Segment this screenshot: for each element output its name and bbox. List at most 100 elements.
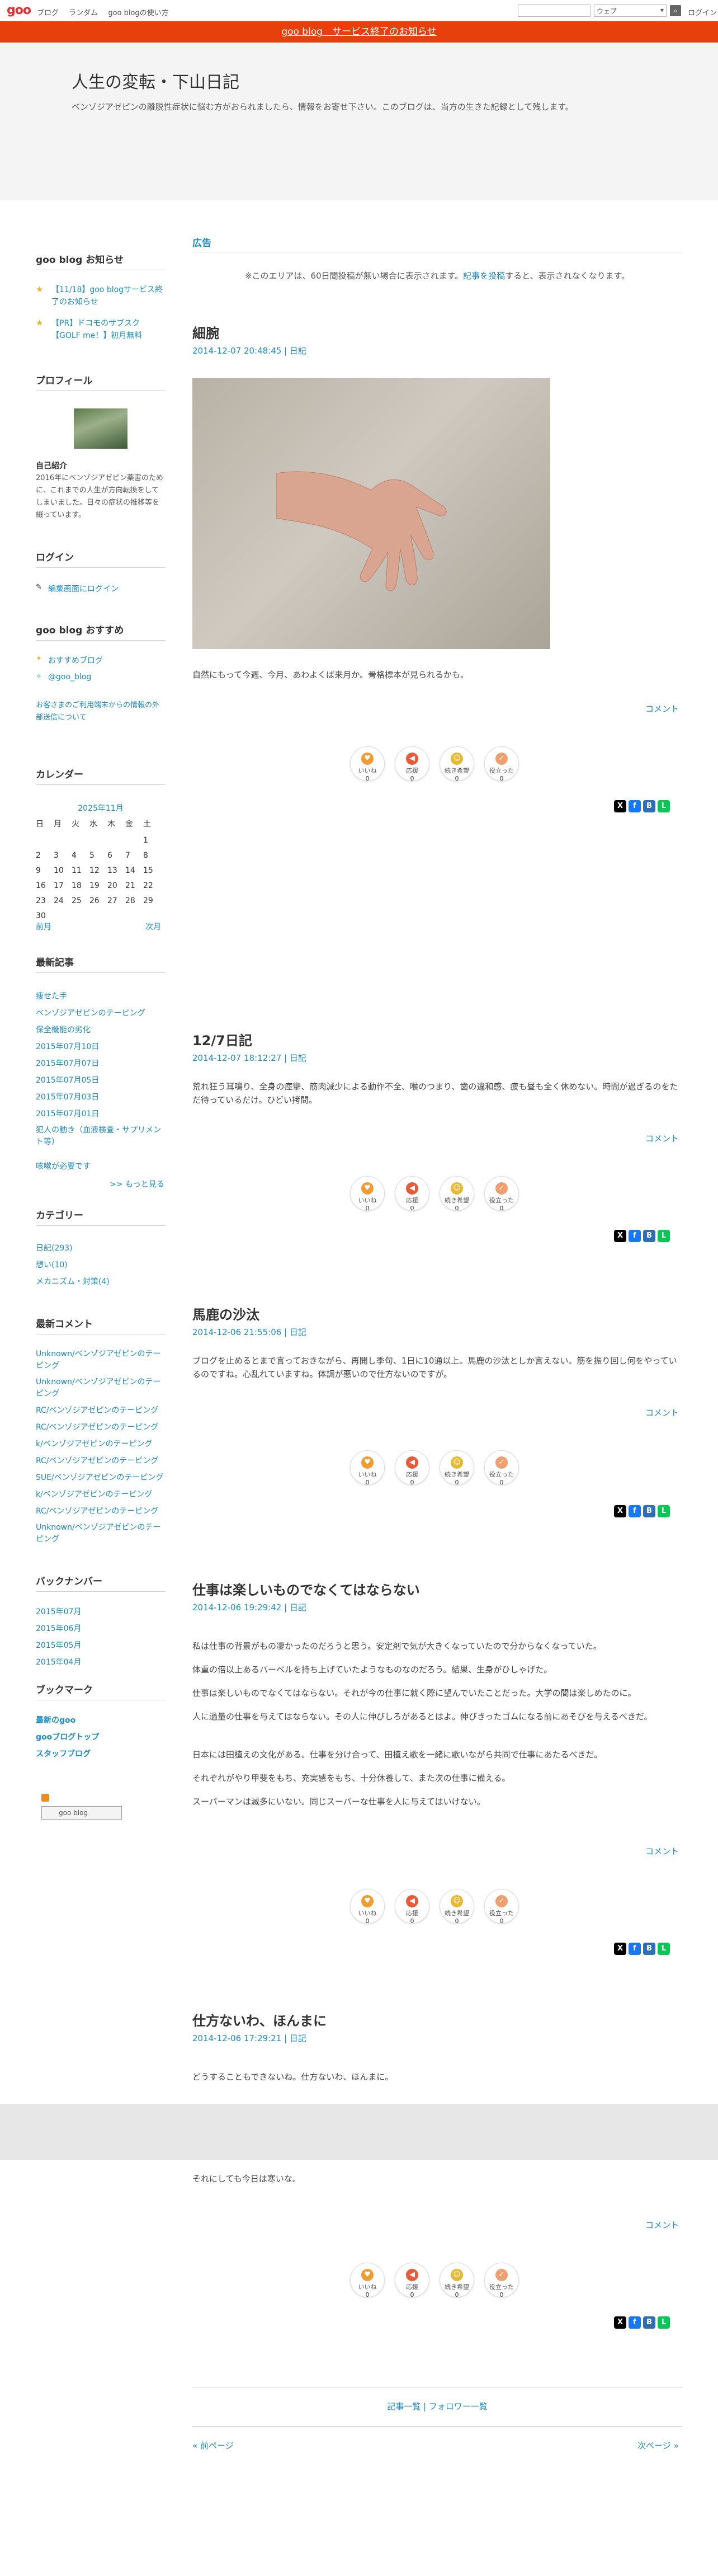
post-list-link[interactable]: 記事一覧	[387, 2401, 421, 2412]
external-info-link[interactable]: お客さまのご利用端末からの情報の外部送信について	[36, 699, 166, 724]
comment-link[interactable]: コメント	[645, 1132, 679, 1144]
hatena-share-icon[interactable]: B	[643, 1505, 655, 1517]
backnumber-link[interactable]: 2015年06月	[36, 1623, 166, 1639]
x-share-icon[interactable]: X	[614, 800, 626, 812]
bottom-ad-overlay[interactable]	[0, 2104, 718, 2160]
recent-post-link[interactable]: 痩せた手	[36, 990, 67, 1002]
x-share-icon[interactable]: X	[614, 2316, 626, 2329]
hatena-share-icon[interactable]: B	[643, 1943, 655, 1955]
reaction-more-button[interactable]: ☺ 続き希望 0	[440, 2263, 474, 2298]
category-link[interactable]: 日記(293)	[36, 1242, 73, 1253]
reaction-useful-button[interactable]: ✓ 役立った 0	[484, 746, 519, 782]
recent-post-link[interactable]: 咳嗽が必要です	[36, 1160, 91, 1172]
recent-post-link[interactable]: ベンゾジアゼピンのテーピング	[36, 1007, 145, 1018]
reaction-more-button[interactable]: ☺ 続き希望 0	[440, 1889, 474, 1925]
facebook-share-icon[interactable]: f	[629, 1943, 641, 1955]
rss-icon[interactable]	[41, 1794, 49, 1802]
recent-comment-link[interactable]: k/ベンゾジアゼピンのテーピング	[36, 1438, 166, 1449]
service-notice-link[interactable]: goo blog サービス終了のお知らせ	[281, 26, 436, 37]
calendar-next-link[interactable]: 次月	[145, 921, 161, 932]
post-category[interactable]: 日記	[290, 1327, 306, 1337]
next-page-link[interactable]: 次ページ »	[637, 2439, 679, 2451]
reaction-useful-button[interactable]: ✓ 役立った 0	[484, 1176, 519, 1212]
edit-login-link[interactable]: 編集画面にログイン	[48, 583, 119, 594]
line-share-icon[interactable]: L	[658, 1505, 670, 1517]
backnumber-list[interactable]: 2015年07月 2015年06月 2015年05月 2015年04月	[36, 1606, 166, 1666]
calendar-prev-link[interactable]: 前月	[36, 921, 51, 932]
recent-comment-link[interactable]: Unknown/ベンゾジアゼピンのテーピング	[36, 1376, 166, 1400]
post-title[interactable]: 12/7日記	[192, 1030, 252, 1049]
reaction-cheer-button[interactable]: ◀ 応援 0	[395, 1176, 429, 1212]
post-date[interactable]: 2014-12-07 18:12:27	[192, 1053, 281, 1063]
recent-comment-link[interactable]: SUE/ベンゾジアゼピンのテーピング	[36, 1472, 166, 1483]
post-title[interactable]: 仕方ないわ、ほんまに	[192, 2010, 327, 2029]
reaction-useful-button[interactable]: ✓ 役立った 0	[484, 1889, 519, 1925]
line-share-icon[interactable]: L	[658, 2316, 670, 2329]
post-category[interactable]: 日記	[290, 346, 306, 356]
search-input[interactable]	[518, 4, 591, 17]
recent-comment-link[interactable]: RC/ベンゾジアゼピンのテーピング	[36, 1505, 166, 1516]
calendar-month[interactable]: 2025年11月	[36, 802, 166, 814]
reaction-more-button[interactable]: ☺ 続き希望 0	[440, 1450, 474, 1486]
post-title[interactable]: 細腕	[192, 322, 219, 342]
x-share-icon[interactable]: X	[614, 1943, 626, 1955]
post-photo-hand[interactable]	[192, 378, 550, 649]
top-link-random[interactable]: ランダム	[69, 9, 98, 17]
post-date[interactable]: 2014-12-06 17:29:21	[192, 2033, 281, 2043]
notice-item[interactable]: 【PR】ドコモのサブスク【GOLF me！】初月無料	[51, 318, 163, 342]
blog-title[interactable]: 人生の変転・下山日記	[72, 68, 239, 93]
goo-blog-twitter-link[interactable]: @goo_blog	[48, 673, 91, 681]
category-link[interactable]: メカニズム・対策(4)	[36, 1276, 110, 1287]
post-article-link[interactable]: 記事を投稿	[463, 271, 505, 281]
post-date[interactable]: 2014-12-07 20:48:45	[192, 346, 281, 356]
hatena-share-icon[interactable]: B	[643, 2316, 655, 2329]
reaction-like-button[interactable]: ♥ いいね 0	[350, 746, 385, 782]
reaction-cheer-button[interactable]: ◀ 応援 0	[395, 2263, 429, 2298]
top-link-howto[interactable]: goo blogの使い方	[108, 9, 168, 17]
reaction-cheer-button[interactable]: ◀ 応援 0	[395, 1450, 429, 1486]
reaction-cheer-button[interactable]: ◀ 応援 0	[395, 1889, 429, 1925]
reaction-like-button[interactable]: ♥ いいね 0	[350, 1450, 385, 1486]
top-login-link[interactable]: ログイン	[688, 7, 717, 17]
hatena-share-icon[interactable]: B	[643, 800, 655, 812]
post-date[interactable]: 2014-12-06 19:29:42	[192, 1602, 281, 1613]
profile-image[interactable]	[74, 408, 127, 449]
comment-link[interactable]: コメント	[645, 2219, 679, 2231]
follower-list-link[interactable]: フォロワー一覧	[429, 2401, 488, 2412]
reaction-cheer-button[interactable]: ◀ 応援 0	[395, 746, 429, 782]
facebook-share-icon[interactable]: f	[629, 2316, 641, 2329]
reaction-like-button[interactable]: ♥ いいね 0	[350, 1889, 385, 1925]
goo-blog-badge[interactable]: goo blog	[41, 1806, 122, 1820]
recent-post-link[interactable]: 2015年07月05日	[36, 1074, 99, 1085]
search-scope-select[interactable]: ウェブ ▾	[594, 4, 667, 17]
top-link-blog[interactable]: ブログ	[37, 9, 59, 17]
bookmark-link[interactable]: スタッフブログ	[36, 1748, 91, 1759]
bookmark-link[interactable]: gooブログトップ	[36, 1731, 99, 1742]
recent-post-link[interactable]: 2015年07月01日	[36, 1108, 99, 1119]
backnumber-link[interactable]: 2015年07月	[36, 1606, 166, 1623]
line-share-icon[interactable]: L	[658, 1943, 670, 1955]
facebook-share-icon[interactable]: f	[629, 800, 641, 812]
post-category[interactable]: 日記	[290, 2033, 306, 2043]
comment-link[interactable]: コメント	[645, 703, 679, 714]
post-category[interactable]: 日記	[290, 1053, 306, 1063]
post-title[interactable]: 仕事は楽しいものでなくてはならない	[192, 1579, 420, 1599]
reaction-like-button[interactable]: ♥ いいね 0	[350, 1176, 385, 1212]
recent-post-link[interactable]: 保全機能の劣化	[36, 1024, 91, 1035]
post-category[interactable]: 日記	[290, 1602, 306, 1613]
recent-comment-link[interactable]: Unknown/ベンゾジアゼピンのテーピング	[36, 1348, 166, 1372]
comment-link[interactable]: コメント	[645, 1407, 679, 1418]
post-date[interactable]: 2014-12-06 21:55:06	[192, 1327, 281, 1337]
line-share-icon[interactable]: L	[658, 800, 670, 812]
post-title[interactable]: 馬鹿の沙汰	[192, 1304, 259, 1323]
backnumber-link[interactable]: 2015年05月	[36, 1639, 166, 1656]
recent-comment-link[interactable]: RC/ベンゾジアゼピンのテーピング	[36, 1404, 166, 1416]
hatena-share-icon[interactable]: B	[643, 1230, 655, 1242]
more-posts-link[interactable]: >> もっと見る	[110, 1178, 164, 1190]
x-share-icon[interactable]: X	[614, 1230, 626, 1242]
recent-comment-link[interactable]: RC/ベンゾジアゼピンのテーピング	[36, 1421, 166, 1432]
reaction-like-button[interactable]: ♥ いいね 0	[350, 2263, 385, 2298]
facebook-share-icon[interactable]: f	[629, 1230, 641, 1242]
recent-post-link[interactable]: 2015年07月10日	[36, 1041, 99, 1052]
notice-item[interactable]: 【11/18】goo blogサービス終了のお知らせ	[51, 284, 163, 308]
